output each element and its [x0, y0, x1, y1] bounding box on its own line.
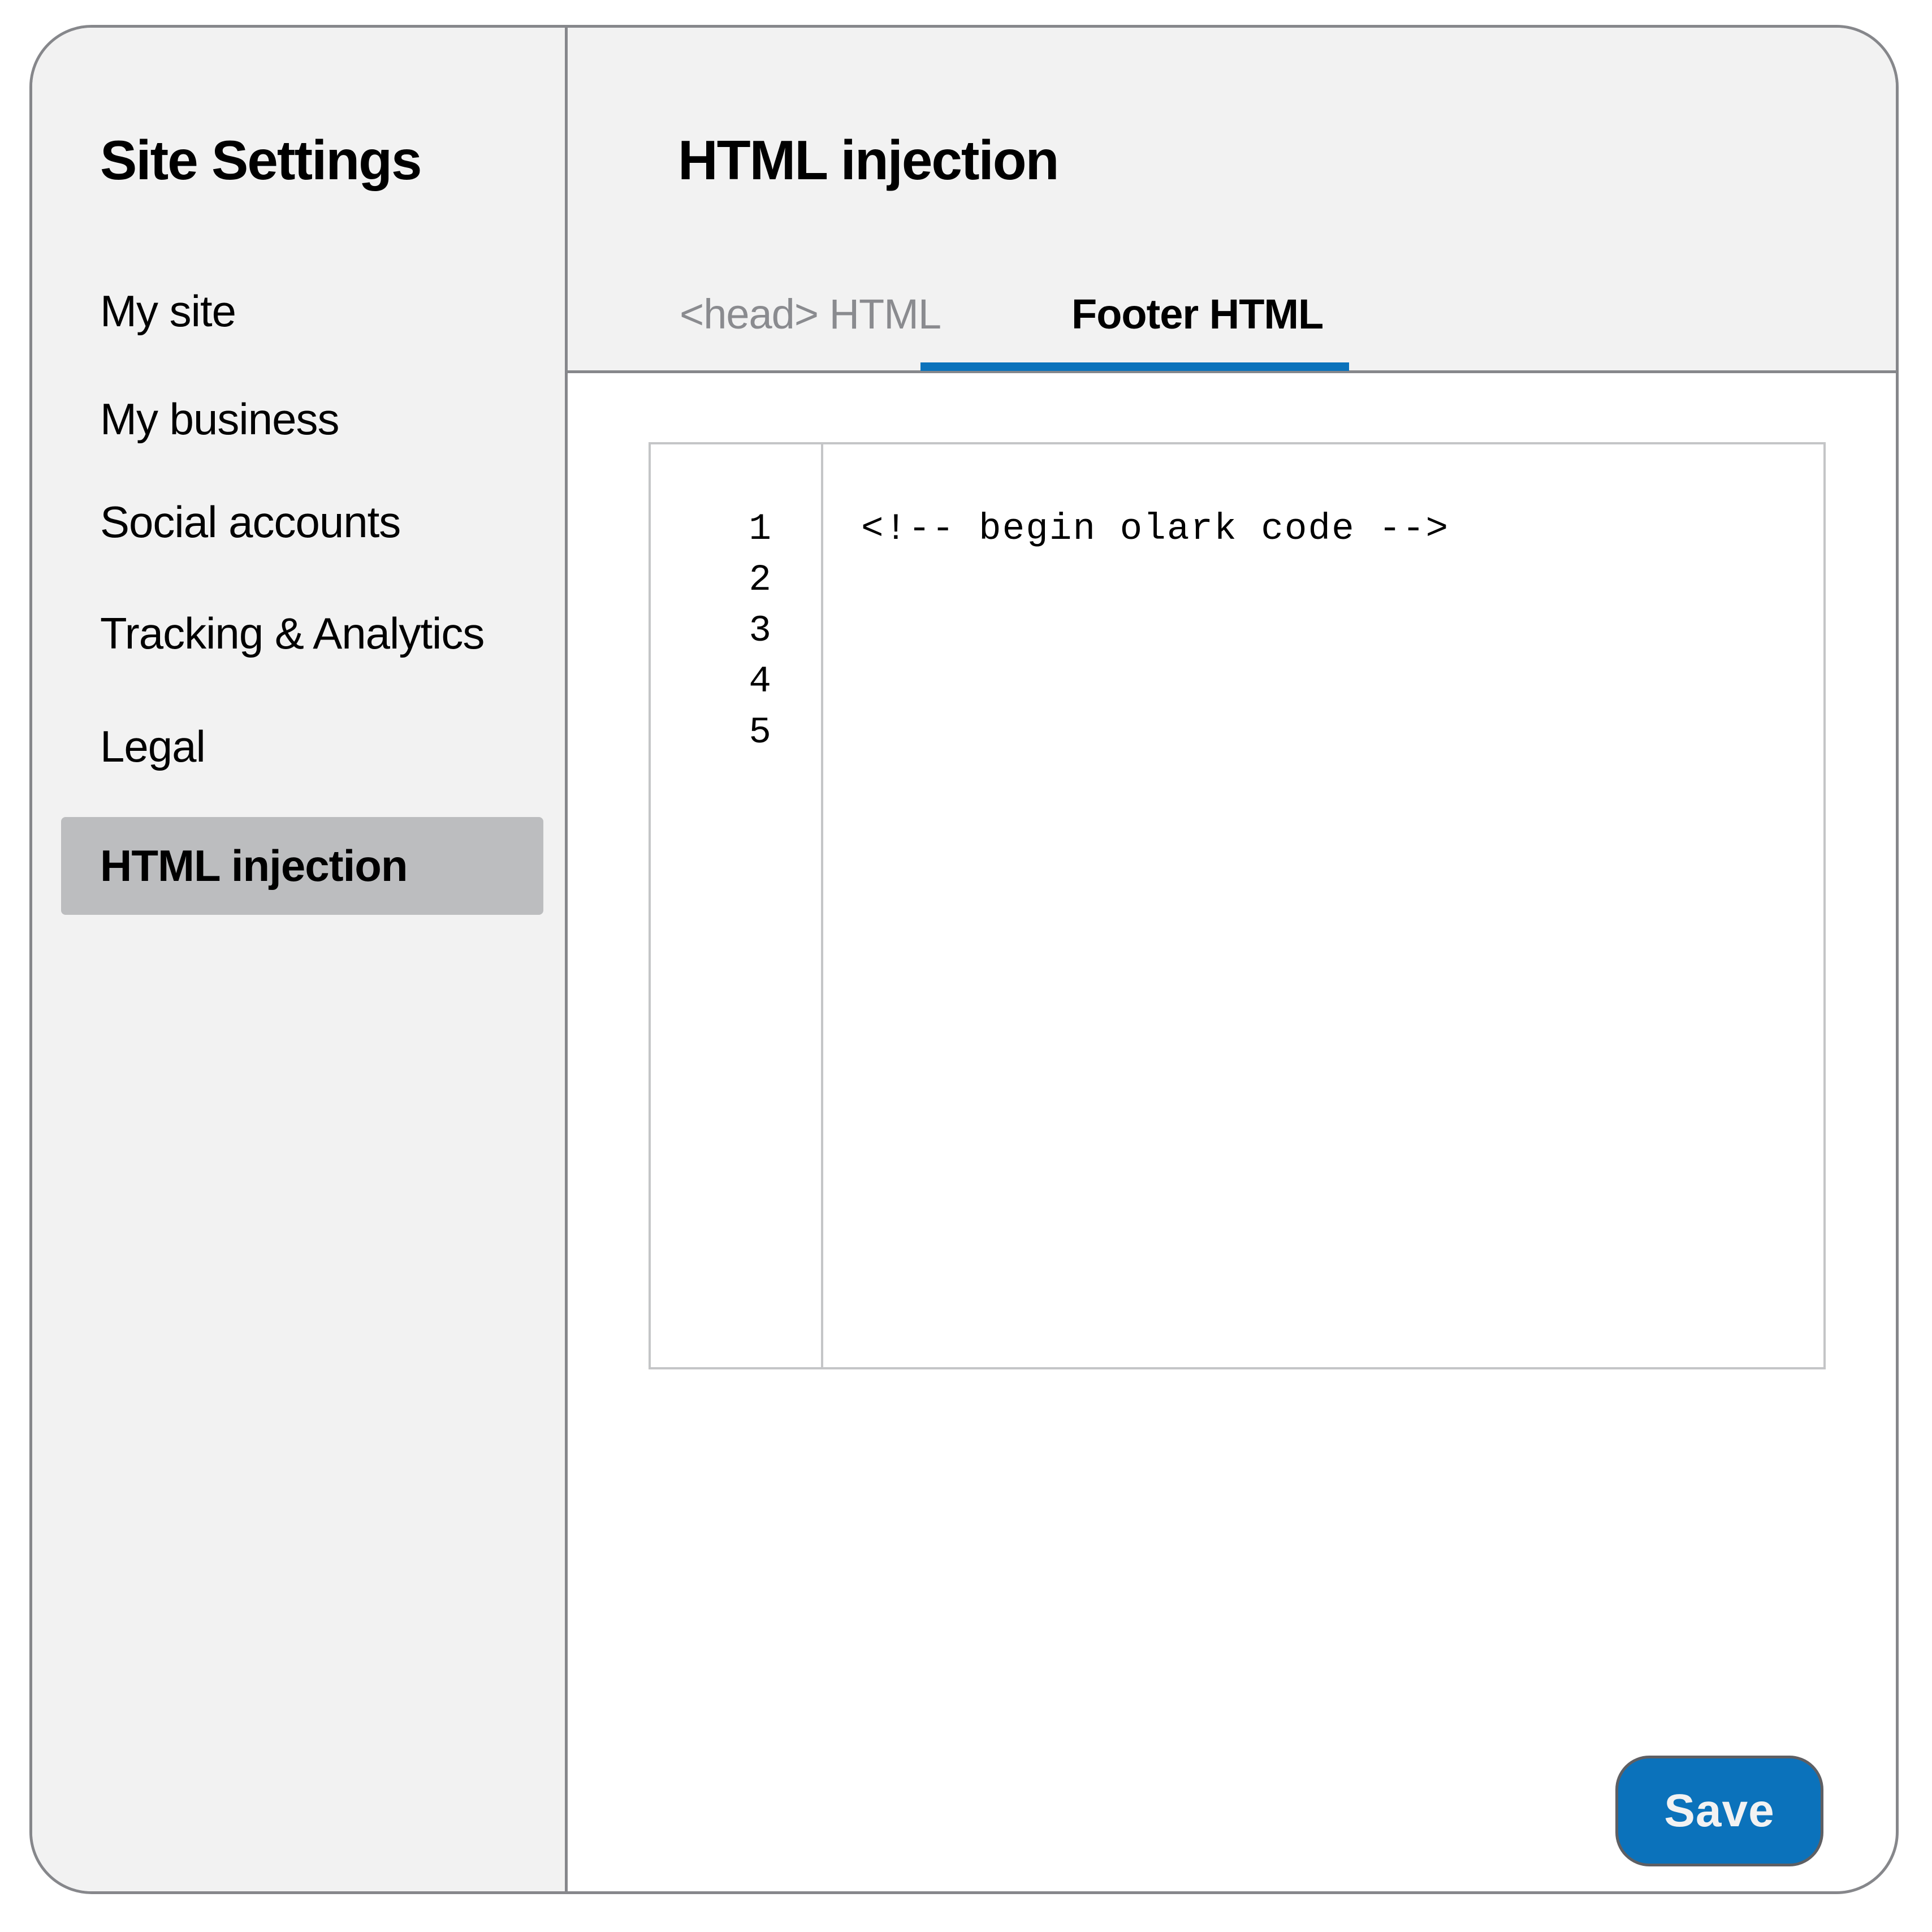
sidebar-item-social-accounts[interactable]: Social accounts: [61, 473, 543, 571]
sidebar-item-label: Legal: [100, 721, 206, 771]
sidebar-title: Site Settings: [100, 129, 422, 191]
page-title: HTML injection: [678, 129, 1059, 191]
sidebar-item-label: My site: [100, 286, 236, 336]
code-editor[interactable]: 1 2 3 4 5 <!-- begin olark code -->: [649, 442, 1826, 1369]
settings-window: Site Settings My site My business Social…: [29, 25, 1899, 1894]
sidebar-item-html-injection[interactable]: HTML injection: [61, 817, 543, 915]
line-number: 2: [749, 559, 771, 601]
sidebar-item-tracking-analytics[interactable]: Tracking & Analytics: [61, 585, 543, 682]
line-number: 1: [749, 508, 771, 550]
sidebar-item-label: Social accounts: [100, 497, 401, 547]
tab-head-html[interactable]: <head> HTML: [680, 293, 941, 335]
code-content[interactable]: <!-- begin olark code -->: [861, 504, 1449, 555]
line-number: 4: [749, 660, 771, 703]
sidebar-item-my-site[interactable]: My site: [61, 262, 543, 360]
active-tab-indicator: [920, 362, 1349, 371]
sidebar-item-label: Tracking & Analytics: [100, 608, 485, 658]
tab-footer-html[interactable]: Footer HTML: [1071, 293, 1324, 335]
sidebar-item-label: HTML injection: [100, 841, 408, 891]
line-number: 3: [749, 610, 771, 652]
line-number: 5: [749, 711, 771, 754]
sidebar-item-legal[interactable]: Legal: [61, 698, 543, 796]
sidebar-item-label: My business: [100, 394, 339, 444]
sidebar: Site Settings My site My business Social…: [32, 28, 568, 1891]
save-button[interactable]: Save: [1615, 1756, 1823, 1866]
line-numbers: 1 2 3 4 5: [749, 504, 771, 758]
line-number-gutter: 1 2 3 4 5: [651, 444, 823, 1367]
sidebar-item-my-business[interactable]: My business: [61, 370, 543, 468]
main-header: HTML injection <head> HTML Footer HTML: [568, 28, 1896, 373]
code-line[interactable]: <!-- begin olark code -->: [861, 504, 1449, 555]
